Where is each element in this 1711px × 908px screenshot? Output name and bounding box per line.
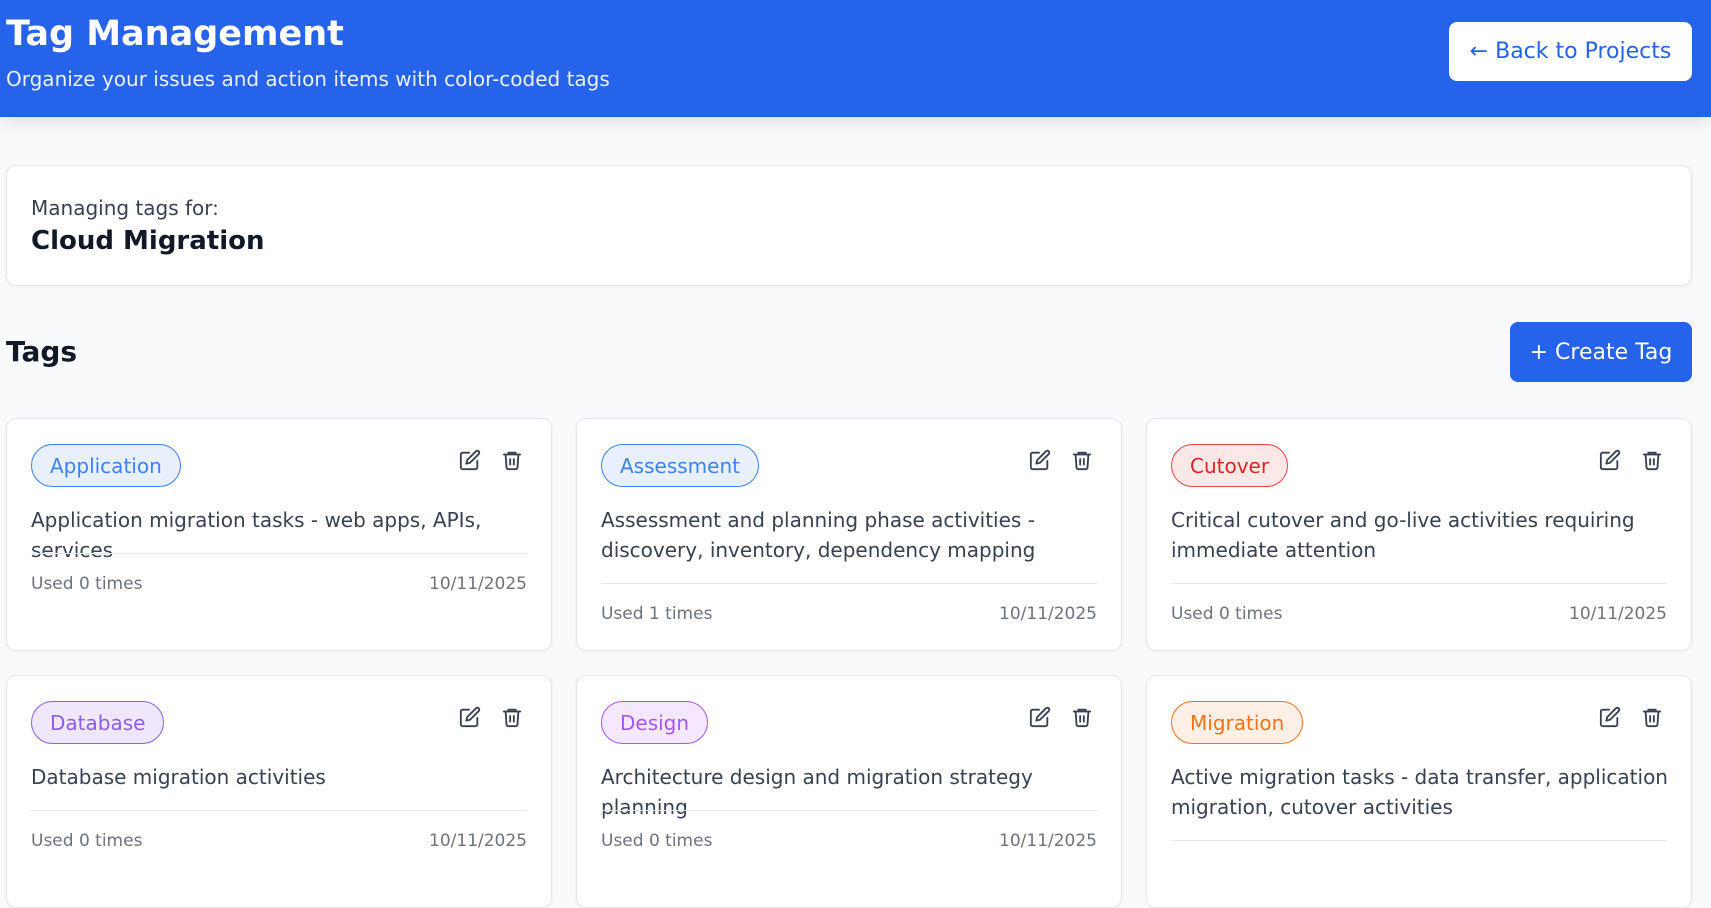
tag-footer: Used 0 times 10/11/2025	[1171, 583, 1667, 649]
tag-footer: Used 0 times 10/11/2025	[601, 810, 1097, 876]
edit-icon[interactable]	[459, 449, 481, 471]
tag-footer	[1171, 840, 1667, 906]
tag-footer: Used 0 times 10/11/2025	[31, 553, 527, 619]
tag-pill[interactable]: Database	[31, 701, 165, 744]
tag-card: Database Database migration activities U…	[6, 675, 552, 908]
tags-heading: Tags	[6, 335, 78, 368]
tag-card: Migration Active migration tasks - data …	[1146, 675, 1692, 908]
trash-icon[interactable]	[501, 706, 523, 728]
tag-footer: Used 1 times 10/11/2025	[601, 583, 1097, 649]
tag-actions	[459, 706, 523, 728]
tag-description: Critical cutover and go-live activities …	[1171, 508, 1635, 562]
tag-footer: Used 0 times 10/11/2025	[31, 810, 527, 876]
tag-description: Assessment and planning phase activities…	[601, 508, 1036, 562]
tag-pill[interactable]: Migration	[1171, 701, 1304, 744]
tag-usage-count: Used 0 times	[601, 831, 713, 851]
tag-usage-count: Used 0 times	[31, 831, 143, 851]
tag-created-date: 10/11/2025	[1569, 604, 1667, 624]
create-tag-button[interactable]: + Create Tag	[1510, 322, 1692, 382]
tag-card: Design Architecture design and migration…	[576, 675, 1122, 908]
tag-actions	[1029, 706, 1093, 728]
trash-icon[interactable]	[1071, 449, 1093, 471]
trash-icon[interactable]	[1641, 449, 1663, 471]
tag-pill[interactable]: Assessment	[601, 444, 759, 487]
tag-created-date: 10/11/2025	[429, 831, 527, 851]
tag-card: Application Application migration tasks …	[6, 418, 552, 651]
tag-usage-count: Used 1 times	[601, 604, 713, 624]
back-to-projects-button[interactable]: ← Back to Projects	[1449, 22, 1692, 81]
tag-pill[interactable]: Design	[601, 701, 709, 744]
project-label: Managing tags for:	[31, 196, 219, 220]
tag-description: Database migration activities	[31, 765, 326, 789]
tag-actions	[1599, 449, 1663, 471]
tag-card: Cutover Critical cutover and go-live act…	[1146, 418, 1692, 651]
edit-icon[interactable]	[1029, 706, 1051, 728]
tag-actions	[1029, 449, 1093, 471]
tag-description: Active migration tasks - data transfer, …	[1171, 765, 1668, 819]
tag-actions	[1599, 706, 1663, 728]
tag-usage-count: Used 0 times	[1171, 604, 1283, 624]
page-header: Tag Management Organize your issues and …	[0, 0, 1711, 117]
edit-icon[interactable]	[1599, 449, 1621, 471]
tag-created-date: 10/11/2025	[999, 831, 1097, 851]
project-name: Cloud Migration	[31, 226, 265, 256]
edit-icon[interactable]	[1029, 449, 1051, 471]
project-info-card: Managing tags for: Cloud Migration	[6, 165, 1692, 286]
edit-icon[interactable]	[459, 706, 481, 728]
tag-usage-count: Used 0 times	[31, 574, 143, 594]
tag-card: Assessment Assessment and planning phase…	[576, 418, 1122, 651]
trash-icon[interactable]	[501, 449, 523, 471]
page-subtitle: Organize your issues and action items wi…	[6, 67, 610, 91]
tag-created-date: 10/11/2025	[429, 574, 527, 594]
page-title: Tag Management	[6, 14, 344, 54]
edit-icon[interactable]	[1599, 706, 1621, 728]
tag-created-date: 10/11/2025	[999, 604, 1097, 624]
tag-pill[interactable]: Cutover	[1171, 444, 1289, 487]
tags-grid: Application Application migration tasks …	[6, 418, 1692, 908]
tag-actions	[459, 449, 523, 471]
trash-icon[interactable]	[1641, 706, 1663, 728]
trash-icon[interactable]	[1071, 706, 1093, 728]
tag-pill[interactable]: Application	[31, 444, 181, 487]
